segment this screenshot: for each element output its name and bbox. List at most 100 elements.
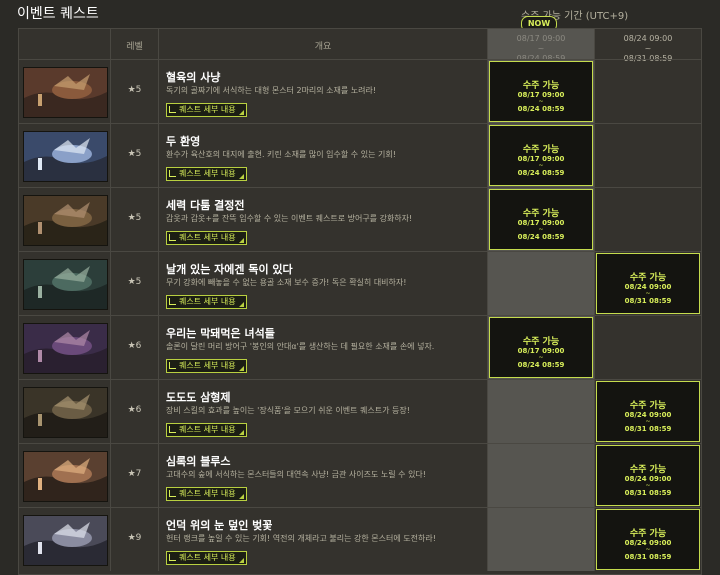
header-summary-label: 개요 [314,42,332,52]
availability-label: 수주 가능 [629,401,667,411]
period-tilde: ~ [537,44,545,53]
quest-name: 언덕 위의 눈 덮인 벚꽃 [166,519,273,532]
quest-level: ★5 [127,85,142,95]
availability-label: 수주 가능 [629,465,667,475]
quest-period-1-cell [488,252,595,315]
quest-level: ★6 [127,341,142,351]
quest-name: 도도도 삼형제 [166,391,231,404]
quest-period-2-cell: 수주 가능 08/24 09:00 ~08/31 08:59 [595,380,701,443]
quest-summary-cell: 세력 다툼 결정전 갑옷과 갑옷+를 잔뜩 입수할 수 있는 이벤트 퀘스트로 방… [159,188,488,251]
quest-thumbnail[interactable] [23,323,108,374]
availability-box: 수주 가능 08/24 09:00 ~08/31 08:59 [596,445,700,506]
event-quest-table: 레벨 개요 08/17 09:00 ~ 08/24 08:59 08/24 09… [18,28,702,575]
header-level: 레벨 [111,29,159,59]
quest-period-2-cell [595,60,701,123]
quest-thumbnail-cell [19,188,111,251]
page-title: 이벤트 퀘스트 [17,6,99,22]
quest-thumbnail-cell [19,316,111,379]
quest-detail-button[interactable]: 퀘스트 세부 내용 [166,423,247,437]
header-thumbnail [19,29,111,59]
quest-thumbnail-cell [19,60,111,123]
quest-detail-button[interactable]: 퀘스트 세부 내용 [166,103,247,117]
quest-thumbnail-cell [19,508,111,571]
quest-name: 세력 다툼 결정전 [166,199,245,212]
availability-end: 08/31 08:59 [624,425,672,433]
quest-period-2-cell: 수주 가능 08/24 09:00 ~08/31 08:59 [595,444,701,507]
availability-box: 수주 가능 08/24 09:00 ~08/31 08:59 [596,381,700,442]
period-tilde: ~ [644,44,652,53]
quest-period-2-cell [595,124,701,187]
quest-thumbnail-image [24,324,107,373]
quest-description: 헌터 랭크를 높일 수 있는 기회! 역전의 개체라고 불리는 강한 몬스터에 … [166,534,436,543]
quest-row: ★5 세력 다툼 결정전 갑옷과 갑옷+를 잔뜩 입수할 수 있는 이벤트 퀘스트로… [19,187,701,251]
quest-thumbnail[interactable] [23,131,108,182]
quest-thumbnail-image [24,132,107,181]
availability-label: 수주 가능 [522,337,560,347]
quest-period-2-cell [595,316,701,379]
quest-period-1-cell: 수주 가능 08/17 09:00 ~08/24 08:59 [488,124,595,187]
availability-end: 08/24 08:59 [517,169,565,177]
quest-detail-button[interactable]: 퀘스트 세부 내용 [166,487,247,501]
quest-level: ★5 [127,277,142,287]
availability-end: 08/24 08:59 [517,105,565,113]
quest-thumbnail[interactable] [23,195,108,246]
quest-name: 혈육의 사냥 [166,71,221,84]
quest-thumbnail[interactable] [23,67,108,118]
quest-row: ★6 우리는 막돼먹은 녀석들솔론이 달린 머리 방어구 '봉인의 안대α'를 생… [19,315,701,379]
quest-level-cell: ★6 [111,380,159,443]
quest-period-1-cell: 수주 가능 08/17 09:00 ~08/24 08:59 [488,188,595,251]
quest-summary-cell: 심록의 블루스 고대수의 숲에 서식하는 몬스터들의 대연속 사냥! 금관 사이즈… [159,444,488,507]
quest-row: ★5 날개 있는 자에겐 독이 있다 무기 강화에 빼놓을 수 없는 용골 소재 보… [19,251,701,315]
availability-box: 수주 가능 08/17 09:00 ~08/24 08:59 [489,61,593,122]
quest-thumbnail[interactable] [23,387,108,438]
availability-box: 수주 가능 08/24 09:00 ~08/31 08:59 [596,253,700,314]
quest-summary-cell: 혈육의 사냥 독기의 골짜기에 서식하는 대형 몬스터 2마리의 소재를 노려라!… [159,60,488,123]
quest-summary-cell: 두 환영환수가 육산호의 대지에 출현. 키린 소재를 많이 입수할 수 있는 … [159,124,488,187]
header-period-1: 08/17 09:00 ~ 08/24 08:59 [488,29,595,63]
availability-label: 수주 가능 [629,529,667,539]
quest-detail-button[interactable]: 퀘스트 세부 내용 [166,167,247,181]
quest-summary-cell: 날개 있는 자에겐 독이 있다 무기 강화에 빼놓을 수 없는 용골 소재 보수 … [159,252,488,315]
quest-thumbnail-cell [19,444,111,507]
quest-thumbnail-image [24,68,107,117]
quest-period-1-cell: 수주 가능 08/17 09:00 ~08/24 08:59 [488,60,595,123]
quest-detail-button[interactable]: 퀘스트 세부 내용 [166,359,247,373]
quest-summary-cell: 언덕 위의 눈 덮인 벚꽃헌터 랭크를 높일 수 있는 기회! 역전의 개체라고… [159,508,488,571]
period-start: 08/24 09:00 [623,34,673,43]
availability-end: 08/24 08:59 [517,233,565,241]
availability-box: 수주 가능 08/17 09:00 ~08/24 08:59 [489,125,593,186]
quest-detail-button[interactable]: 퀘스트 세부 내용 [166,231,247,245]
quest-period-2-cell: 수주 가능 08/24 09:00 ~08/31 08:59 [595,252,701,315]
availability-label: 수주 가능 [522,209,560,219]
quest-level-cell: ★5 [111,252,159,315]
quest-thumbnail-image [24,516,107,565]
quest-thumbnail[interactable] [23,451,108,502]
quest-detail-button[interactable]: 퀘스트 세부 내용 [166,295,247,309]
quest-name: 우리는 막돼먹은 녀석들 [166,327,275,340]
quest-summary-cell: 우리는 막돼먹은 녀석들솔론이 달린 머리 방어구 '봉인의 안대α'를 생산하… [159,316,488,379]
quest-description: 솔론이 달린 머리 방어구 '봉인의 안대α'를 생산하는 데 필요한 소재를 … [166,342,435,351]
quest-description: 환수가 육산호의 대지에 출현. 키린 소재를 많이 입수할 수 있는 기회! [166,150,396,159]
quest-level: ★7 [127,469,142,479]
quest-period-1-cell [488,508,595,571]
quest-period-1-cell [488,444,595,507]
quest-level-cell: ★7 [111,444,159,507]
quest-period-2-cell [595,188,701,251]
quest-level-cell: ★5 [111,124,159,187]
availability-box: 수주 가능 08/17 09:00 ~08/24 08:59 [489,189,593,250]
quest-name: 두 환영 [166,135,201,148]
quest-level-cell: ★6 [111,316,159,379]
availability-end: 08/24 08:59 [517,361,565,369]
quest-level: ★5 [127,213,142,223]
quest-thumbnail-cell [19,252,111,315]
header-period-2: 08/24 09:00 ~ 08/31 08:59 [595,29,701,63]
quest-detail-button[interactable]: 퀘스트 세부 내용 [166,551,247,565]
quest-level-cell: ★5 [111,60,159,123]
quest-thumbnail[interactable] [23,515,108,566]
availability-label: 수주 가능 [522,145,560,155]
availability-label: 수주 가능 [522,81,560,91]
quest-level: ★9 [127,533,142,543]
quest-thumbnail[interactable] [23,259,108,310]
quest-description: 장비 스킬의 효과를 높이는 '장식품'을 모으기 쉬운 이벤트 퀘스트가 등장… [166,406,410,415]
quest-period-1-cell: 수주 가능 08/17 09:00 ~08/24 08:59 [488,316,595,379]
